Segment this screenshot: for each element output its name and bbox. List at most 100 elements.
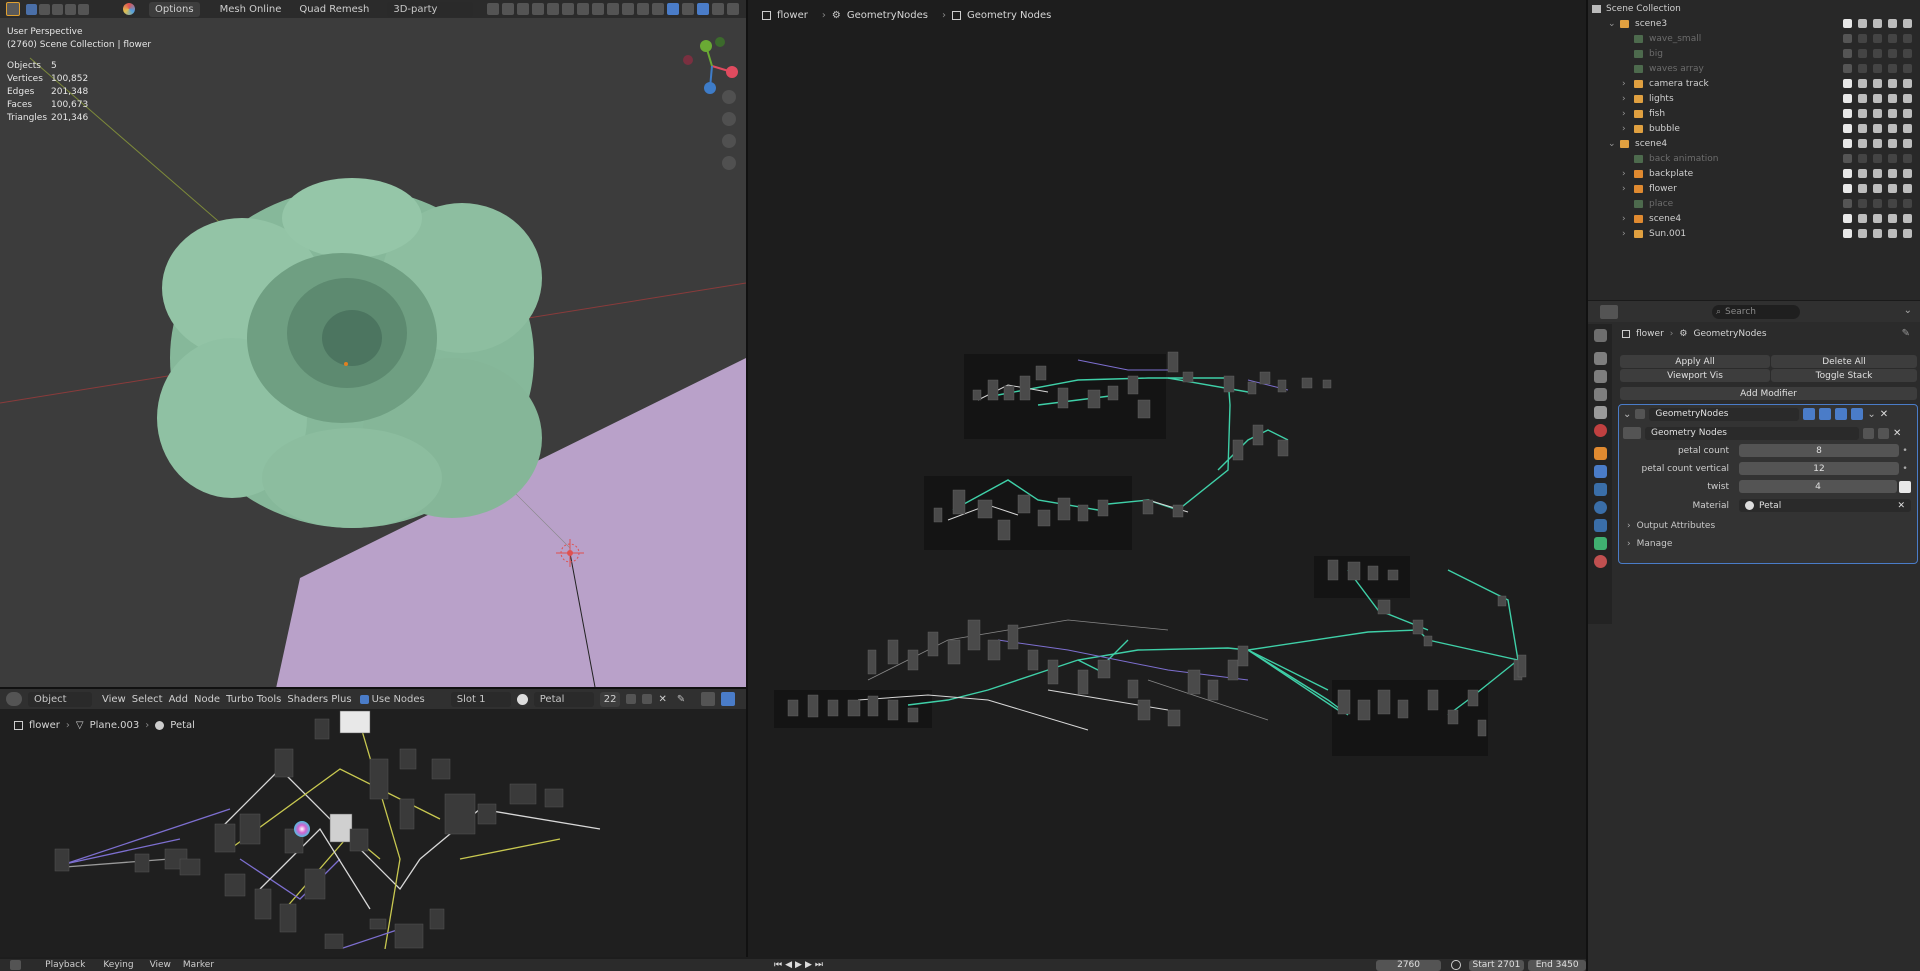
menu-node[interactable]: Node bbox=[194, 694, 220, 705]
monitor-icon[interactable] bbox=[1888, 154, 1897, 163]
camera-icon[interactable] bbox=[1903, 34, 1912, 43]
menu-shaders-plus[interactable]: Shaders Plus bbox=[287, 694, 351, 705]
monitor-icon[interactable] bbox=[1888, 229, 1897, 238]
outliner-row[interactable]: › bubble bbox=[1588, 121, 1920, 136]
camera-icon[interactable] bbox=[1903, 94, 1912, 103]
end-frame-field[interactable]: End 3450 bbox=[1528, 959, 1586, 971]
camera-icon[interactable] bbox=[1903, 109, 1912, 118]
tool-tab-icon[interactable] bbox=[1593, 329, 1607, 342]
outliner-row[interactable]: › lights bbox=[1588, 91, 1920, 106]
render-tab-icon[interactable] bbox=[1593, 352, 1607, 365]
toggle-stack-button[interactable]: Toggle Stack bbox=[1771, 369, 1917, 382]
select-arrow-icon[interactable] bbox=[1858, 124, 1867, 133]
monitor-icon[interactable] bbox=[1888, 124, 1897, 133]
twist-field[interactable]: 4 bbox=[1739, 480, 1897, 493]
material-field[interactable]: Petal ✕ bbox=[1739, 499, 1911, 512]
petal-count-vertical-field[interactable]: 12 bbox=[1739, 462, 1899, 475]
viewport-toggle-icon[interactable] bbox=[1835, 408, 1848, 420]
menu-playback[interactable]: Playback bbox=[45, 960, 85, 970]
manage-subpanel[interactable]: › Manage bbox=[1627, 539, 1672, 549]
outliner-row[interactable]: waves array bbox=[1588, 61, 1920, 76]
material-sphere-icon[interactable] bbox=[516, 693, 528, 705]
playback-controls[interactable]: ⏮◀▶▶⏭ bbox=[774, 960, 826, 970]
select-arrow-icon[interactable] bbox=[1858, 229, 1867, 238]
outliner-row[interactable]: ⌄ scene4 bbox=[1588, 136, 1920, 151]
camera-icon[interactable] bbox=[1903, 19, 1912, 28]
monitor-icon[interactable] bbox=[1888, 34, 1897, 43]
menu-view[interactable]: View bbox=[102, 694, 126, 705]
add-modifier-button[interactable]: Add Modifier bbox=[1620, 387, 1917, 400]
current-frame-field[interactable]: 2760 bbox=[1376, 959, 1442, 971]
chevron-right-icon[interactable]: › bbox=[1622, 94, 1632, 104]
camera-icon[interactable] bbox=[1903, 154, 1912, 163]
object-tab-icon[interactable] bbox=[1593, 447, 1607, 460]
select-arrow-icon[interactable] bbox=[1858, 214, 1867, 223]
options-chevron-icon[interactable]: ⌄ bbox=[1904, 305, 1912, 316]
select-arrow-icon[interactable] bbox=[1858, 19, 1867, 28]
editor-type-icon[interactable] bbox=[6, 692, 22, 706]
pan-hand-icon[interactable] bbox=[722, 112, 736, 126]
select-arrow-icon[interactable] bbox=[1858, 34, 1867, 43]
shader-node-graph[interactable] bbox=[40, 709, 640, 949]
eye-icon[interactable] bbox=[1873, 199, 1882, 208]
exclude-checkbox[interactable] bbox=[1843, 184, 1852, 193]
exclude-checkbox[interactable] bbox=[1843, 229, 1852, 238]
node-tree-icon[interactable] bbox=[1623, 427, 1641, 439]
search-field[interactable]: ⌕ Search bbox=[1712, 305, 1800, 319]
chevron-right-icon[interactable]: › bbox=[1622, 109, 1632, 119]
viewport-tool-icons[interactable] bbox=[487, 3, 740, 15]
eye-icon[interactable] bbox=[1873, 214, 1882, 223]
timeline-editor-icon[interactable] bbox=[10, 960, 22, 970]
outliner-row[interactable]: › scene4 bbox=[1588, 211, 1920, 226]
edit-mode-toggle-icon[interactable] bbox=[1803, 408, 1816, 420]
eye-icon[interactable] bbox=[1873, 94, 1882, 103]
mesh-online-menu[interactable]: Mesh Online bbox=[220, 4, 282, 15]
outliner-scene-collection-row[interactable]: Scene Collection bbox=[1588, 1, 1920, 16]
start-frame-field[interactable]: Start 2701 bbox=[1468, 959, 1525, 971]
camera-icon[interactable] bbox=[1903, 169, 1912, 178]
area-divider[interactable] bbox=[746, 0, 748, 957]
overlay-toggle-icon[interactable] bbox=[701, 692, 716, 706]
world-tab-icon[interactable] bbox=[1593, 424, 1607, 437]
render-toggle-icon[interactable] bbox=[1851, 408, 1864, 420]
use-nodes-checkbox[interactable]: Use Nodes bbox=[359, 694, 425, 705]
eye-icon[interactable] bbox=[1873, 49, 1882, 58]
chevron-right-icon[interactable]: › bbox=[1622, 229, 1632, 239]
duplicate-icon[interactable] bbox=[1878, 427, 1889, 439]
geometry-node-editor[interactable]: flower › ⚙ GeometryNodes › Geometry Node… bbox=[748, 0, 1586, 957]
chevron-down-icon[interactable]: ⌄ bbox=[1608, 139, 1618, 149]
outliner-row[interactable]: › camera track bbox=[1588, 76, 1920, 91]
slot-select[interactable]: Slot 1 bbox=[450, 691, 511, 707]
geo-node-graph[interactable] bbox=[748, 0, 1586, 957]
scene-tab-icon[interactable] bbox=[1593, 406, 1607, 419]
physics-tab-icon[interactable] bbox=[1593, 501, 1607, 514]
petal-count-field[interactable]: 8 bbox=[1739, 444, 1899, 457]
menu-marker[interactable]: Marker bbox=[183, 960, 214, 970]
exclude-checkbox[interactable] bbox=[1843, 49, 1852, 58]
monitor-icon[interactable] bbox=[1888, 214, 1897, 223]
monitor-icon[interactable] bbox=[1888, 94, 1897, 103]
modifier-tab-icon[interactable] bbox=[1593, 465, 1607, 478]
outliner-row[interactable]: › Sun.001 bbox=[1588, 226, 1920, 241]
constraints-tab-icon[interactable] bbox=[1593, 519, 1607, 532]
monitor-icon[interactable] bbox=[1888, 49, 1897, 58]
fake-user-shield-icon[interactable] bbox=[626, 694, 637, 704]
outliner-row[interactable]: place bbox=[1588, 196, 1920, 211]
camera-icon[interactable] bbox=[1903, 229, 1912, 238]
particles-tab-icon[interactable] bbox=[1593, 483, 1607, 496]
duplicate-icon[interactable] bbox=[642, 694, 653, 704]
clock-icon[interactable] bbox=[1451, 960, 1461, 970]
chevron-down-icon[interactable]: ⌄ bbox=[1608, 19, 1618, 29]
camera-view-icon[interactable] bbox=[722, 134, 736, 148]
select-tool-icon[interactable] bbox=[6, 2, 20, 16]
pin-icon[interactable]: ✎ bbox=[677, 694, 685, 705]
material-name-field[interactable]: Petal bbox=[533, 691, 594, 707]
party-dropdown[interactable]: 3D-party bbox=[387, 1, 474, 17]
viewport-3d[interactable]: Options Mesh Online Quad Remesh 3D-party bbox=[0, 0, 746, 687]
select-arrow-icon[interactable] bbox=[1858, 184, 1867, 193]
monitor-icon[interactable] bbox=[1888, 79, 1897, 88]
eye-icon[interactable] bbox=[1873, 64, 1882, 73]
exclude-checkbox[interactable] bbox=[1843, 94, 1852, 103]
snapping-icon[interactable] bbox=[721, 692, 736, 706]
quad-remesh-menu[interactable]: Quad Remesh bbox=[299, 4, 369, 15]
